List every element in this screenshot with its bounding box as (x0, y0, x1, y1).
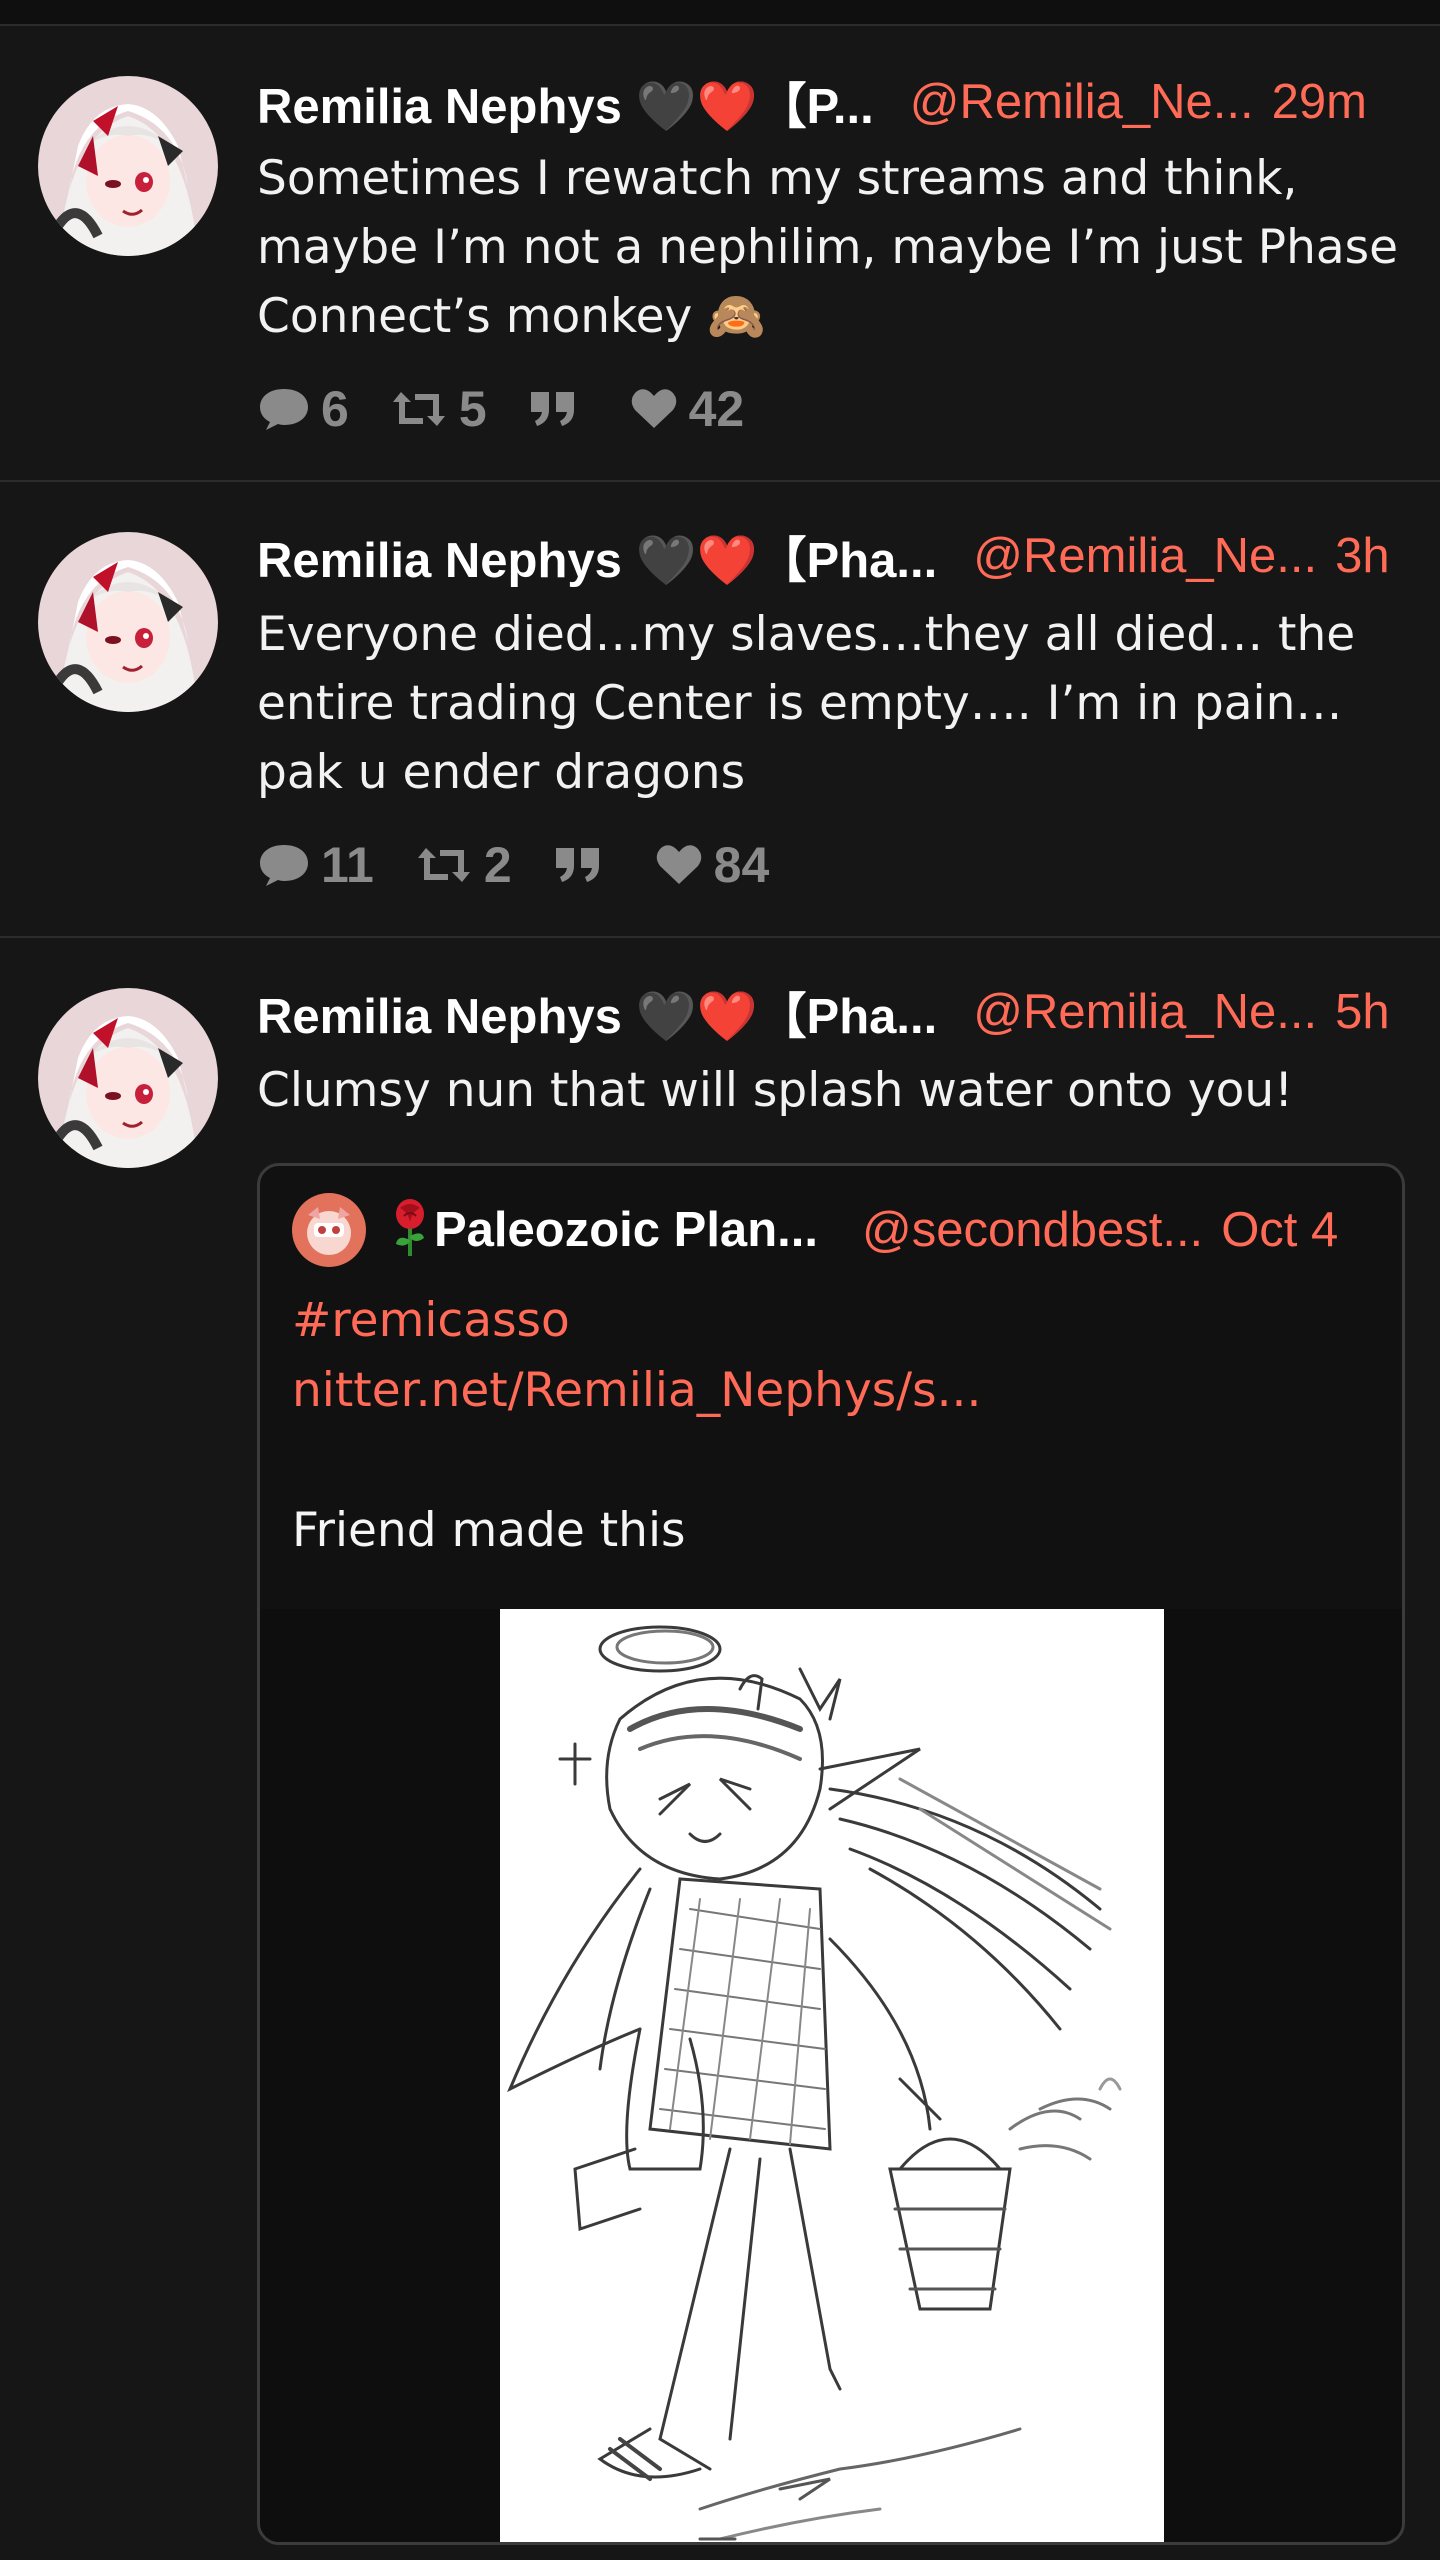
tweet-stats: 6 5 42 (257, 379, 784, 439)
retweet-count: 5 (458, 381, 487, 437)
display-name[interactable]: Remilia Nephys 🖤❤️【P... (257, 67, 874, 138)
quote-stat[interactable] (527, 386, 589, 432)
tweet-timestamp[interactable]: 3h (1335, 528, 1390, 584)
reply-stat[interactable]: 11 (257, 836, 374, 894)
tweet-1[interactable]: Remilia Nephys 🖤❤️【P... @Remilia_Ne... 2… (0, 26, 1440, 482)
nitter-link[interactable]: nitter.net/Remilia_Nephys/s... (292, 1356, 1374, 1426)
hashtag-link[interactable]: #remicasso (292, 1286, 1374, 1356)
quoted-media-area (260, 1609, 1402, 2542)
like-stat[interactable]: 84 (654, 836, 770, 894)
quoted-tweet-card[interactable]: Paleozoic Plan... @secondbest... Oct 4 #… (257, 1163, 1405, 2545)
like-count: 42 (688, 381, 745, 437)
quote-stat[interactable] (552, 842, 614, 888)
quoted-display-name[interactable]: Paleozoic Plan... (434, 1202, 818, 1258)
quote-icon (555, 848, 599, 882)
username-handle[interactable]: @Remilia_Ne... (973, 984, 1317, 1040)
avatar[interactable] (38, 988, 218, 1168)
display-name[interactable]: Remilia Nephys 🖤❤️【Pha... (257, 977, 937, 1048)
avatar[interactable] (38, 76, 218, 256)
quoted-avatar[interactable] (292, 1193, 366, 1267)
quoted-timestamp[interactable]: Oct 4 (1221, 1202, 1338, 1258)
username-handle[interactable]: @Remilia_Ne... (910, 74, 1254, 130)
avatar[interactable] (38, 532, 218, 712)
tweet-text: Sometimes I rewatch my streams and think… (257, 151, 1399, 344)
sketch-image[interactable] (500, 1609, 1164, 2542)
comment-icon (260, 389, 308, 430)
top-bar (0, 0, 1440, 26)
quoted-tweet-header: Paleozoic Plan... @secondbest... Oct 4 (292, 1190, 1374, 1270)
like-stat[interactable]: 42 (629, 380, 745, 438)
quote-icon (530, 392, 574, 426)
tweet-2[interactable]: Remilia Nephys 🖤❤️【Pha... @Remilia_Ne...… (0, 482, 1440, 938)
reply-count: 11 (321, 837, 374, 893)
tweet-timestamp[interactable]: 5h (1335, 984, 1390, 1040)
heart-icon (656, 845, 701, 884)
tweet-text: Clumsy nun that will splash water onto y… (257, 1063, 1294, 1118)
retweet-stat[interactable]: 2 (414, 836, 512, 894)
retweet-icon (417, 848, 470, 882)
retweet-count: 2 (483, 837, 512, 893)
display-name[interactable]: Remilia Nephys 🖤❤️【Pha... (257, 521, 937, 592)
rose-emoji-icon (390, 1198, 430, 1262)
retweet-icon (392, 392, 445, 426)
tweet-stats: 11 2 84 (257, 835, 809, 895)
heart-icon (631, 389, 676, 428)
like-count: 84 (713, 837, 770, 893)
reply-count: 6 (321, 381, 349, 437)
quoted-username-handle[interactable]: @secondbest... (862, 1202, 1203, 1258)
quoted-tweet-text: #remicasso nitter.net/Remilia_Nephys/s..… (292, 1286, 1374, 1566)
tweet-text: Everyone died…my slaves…they all died… t… (257, 607, 1356, 800)
quoted-body-text: Friend made this (292, 1503, 686, 1558)
username-handle[interactable]: @Remilia_Ne... (973, 528, 1317, 584)
retweet-stat[interactable]: 5 (389, 380, 487, 438)
reply-stat[interactable]: 6 (257, 380, 349, 438)
comment-icon (260, 845, 308, 886)
tweet-timestamp[interactable]: 29m (1272, 74, 1367, 130)
